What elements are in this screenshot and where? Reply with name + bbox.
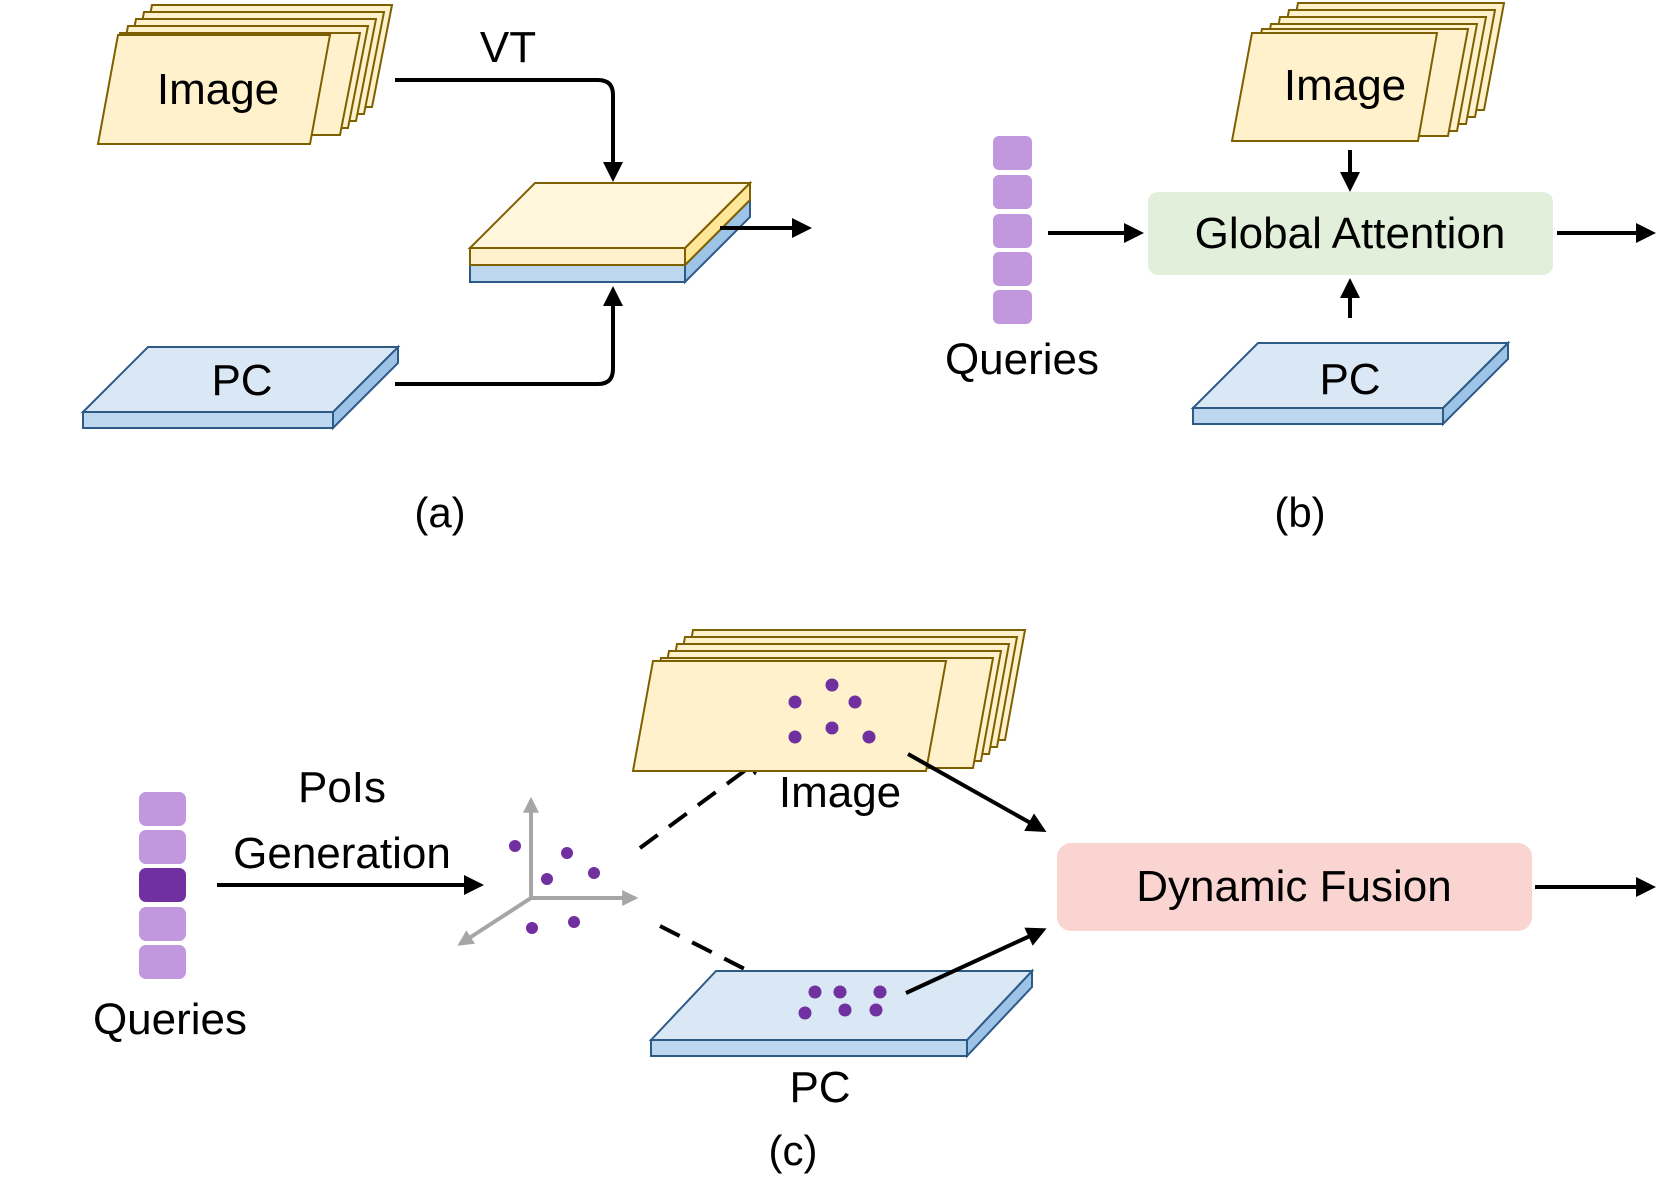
image-label-a: Image	[157, 65, 279, 114]
image-label-b: Image	[1284, 61, 1406, 110]
dynamic-fusion-label: Dynamic Fusion	[1136, 862, 1451, 911]
queries-b	[993, 136, 1032, 324]
image-to-fusion-arrow	[907, 752, 1047, 832]
poi-point	[869, 1003, 883, 1017]
query-token	[993, 136, 1032, 170]
diagram-canvas: Image VT PC (a) Image Queries Global Att…	[80, 1, 1656, 1174]
poi-point	[561, 847, 573, 859]
query-token-selected	[139, 868, 186, 902]
panel-c: Queries PoIs Generation Image PC Dynamic…	[93, 629, 1656, 1174]
vt-arrow	[395, 78, 623, 182]
query-token	[139, 907, 186, 941]
poi-point	[568, 916, 580, 928]
pc-label-c: PC	[789, 1063, 850, 1112]
queries-label-b: Queries	[945, 335, 1099, 384]
image-label-c: Image	[779, 768, 901, 817]
queries-c	[139, 792, 186, 979]
global-attention-block: Global Attention	[1148, 192, 1553, 275]
poi-point	[788, 730, 802, 744]
query-token	[993, 175, 1032, 209]
caption-b: (b)	[1274, 489, 1325, 536]
poi-point	[798, 1006, 812, 1020]
pois-label-line2: Generation	[233, 829, 451, 878]
poi-point	[808, 985, 822, 999]
3d-axes-icon	[457, 796, 639, 946]
query-token	[993, 214, 1032, 248]
pois-label-line1: PoIs	[298, 763, 386, 812]
poi-point	[848, 695, 862, 709]
poi-points-3d	[509, 840, 600, 934]
vt-label: VT	[480, 23, 536, 72]
queries-label-c: Queries	[93, 995, 247, 1044]
fused-feature-slab	[467, 180, 753, 285]
poi-point	[588, 867, 600, 879]
panel-b: Image Queries Global Attention PC (b)	[945, 1, 1656, 536]
panel-a: Image VT PC (a)	[80, 4, 812, 536]
pc-arrow-a	[395, 286, 623, 386]
pc-label-a: PC	[211, 356, 272, 405]
poi-point	[825, 721, 839, 735]
query-token	[139, 792, 186, 826]
poi-point	[541, 873, 553, 885]
pc-slab-c	[648, 968, 1035, 1059]
pc-label-b: PC	[1319, 355, 1380, 404]
caption-a: (a)	[414, 489, 465, 536]
poi-point	[788, 695, 802, 709]
poi-point	[862, 730, 876, 744]
query-token	[139, 945, 186, 979]
query-token	[139, 830, 186, 864]
global-attention-label: Global Attention	[1195, 209, 1506, 258]
image-stack-b: Image	[1230, 1, 1506, 142]
poi-point	[833, 985, 847, 999]
pc-slab-b: PC	[1190, 340, 1511, 427]
poi-point	[509, 840, 521, 852]
poi-point	[838, 1003, 852, 1017]
pc-slab-a: PC	[80, 344, 401, 431]
dynamic-fusion-block: Dynamic Fusion	[1057, 843, 1532, 931]
query-token	[993, 252, 1032, 286]
image-stack-c	[631, 629, 1027, 772]
poi-point	[825, 678, 839, 692]
poi-point	[873, 985, 887, 999]
caption-c: (c)	[769, 1127, 818, 1174]
poi-point	[526, 922, 538, 934]
query-token	[993, 290, 1032, 324]
image-stack-a: Image	[96, 4, 394, 145]
